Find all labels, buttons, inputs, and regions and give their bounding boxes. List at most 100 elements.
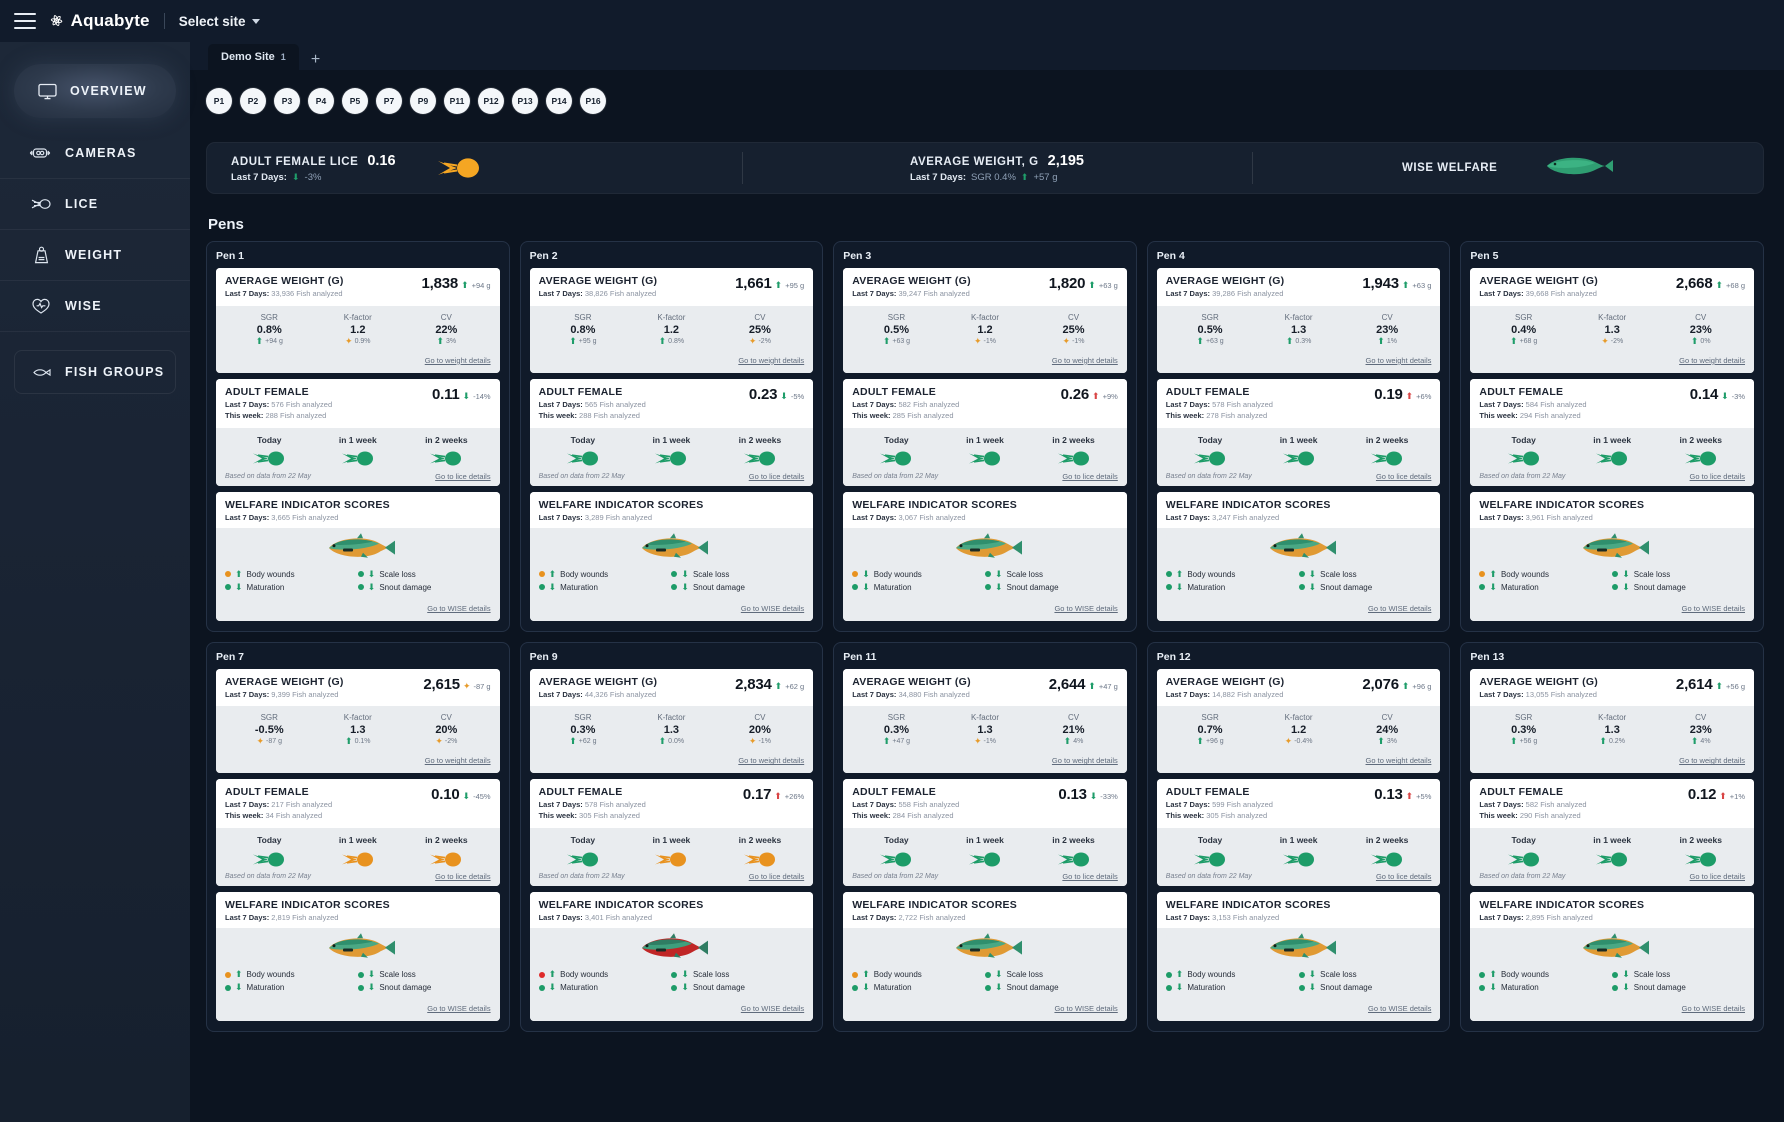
go-to-wise-details-link[interactable]: Go to WISE details [1054, 604, 1117, 613]
weight-value: 1,943 [1362, 275, 1399, 292]
sidebar-item-overview-label: OVERVIEW [70, 84, 147, 98]
go-to-lice-details-link[interactable]: Go to lice details [435, 472, 490, 481]
pen-chip-p2[interactable]: P2 [240, 88, 266, 114]
go-to-wise-details-link[interactable]: Go to WISE details [1682, 1004, 1745, 1013]
metric-sgr-label: SGR [539, 313, 628, 322]
go-to-lice-details-link[interactable]: Go to lice details [1376, 472, 1431, 481]
arrow-down-icon: ⬇ [995, 583, 1003, 592]
go-to-lice-details-link[interactable]: Go to lice details [749, 872, 804, 881]
go-to-weight-details-link[interactable]: Go to weight details [1679, 356, 1745, 365]
pen-chip-p5[interactable]: P5 [342, 88, 368, 114]
lice-panel-title: ADULT FEMALE [852, 386, 959, 398]
sidebar-item-cameras[interactable]: CAMERAS [0, 128, 190, 179]
status-dot [1479, 985, 1485, 991]
arrow-down-icon: ⬇ [862, 570, 870, 579]
pen-chip-p11[interactable]: P11 [444, 88, 470, 114]
go-to-weight-details-link[interactable]: Go to weight details [1052, 756, 1118, 765]
go-to-weight-details-link[interactable]: Go to weight details [425, 356, 491, 365]
metric-k-factor-delta: ⬆0.8% [627, 337, 716, 346]
pen-chip-p4[interactable]: P4 [308, 88, 334, 114]
tab-demo-site[interactable]: Demo Site 1 [208, 44, 299, 70]
weight-panel-title: AVERAGE WEIGHT (G) [225, 676, 344, 688]
go-to-weight-details-link[interactable]: Go to weight details [738, 356, 804, 365]
sidebar: OVERVIEW CAMERAS [0, 42, 190, 1122]
go-to-lice-details-link[interactable]: Go to lice details [1062, 472, 1117, 481]
pen-chip-p3[interactable]: P3 [274, 88, 300, 114]
go-to-lice-details-link[interactable]: Go to lice details [749, 472, 804, 481]
weight-panel: AVERAGE WEIGHT (G) Last 7 Days: 44,326 F… [530, 669, 814, 774]
go-to-wise-details-link[interactable]: Go to WISE details [1054, 1004, 1117, 1013]
weight-panel-title: AVERAGE WEIGHT (G) [1479, 676, 1598, 688]
status-dot [358, 571, 364, 577]
pen-chip-p13[interactable]: P13 [512, 88, 538, 114]
weight-value-group: 2,615 ✦ -87 g [423, 676, 490, 693]
lice-forecast-icon [1054, 450, 1094, 467]
go-to-lice-details-link[interactable]: Go to lice details [435, 872, 490, 881]
metric-k-factor: K-factor 1.3 ⬆0.1% [314, 713, 403, 746]
sidebar-item-lice[interactable]: LICE [0, 179, 190, 230]
status-dot [358, 972, 364, 978]
metric-sgr-value: 0.4% [1479, 324, 1568, 336]
pen-chip-p7[interactable]: P7 [376, 88, 402, 114]
go-to-lice-details-link[interactable]: Go to lice details [1690, 472, 1745, 481]
go-to-wise-details-link[interactable]: Go to WISE details [1368, 604, 1431, 613]
go-to-wise-details-link[interactable]: Go to WISE details [427, 604, 490, 613]
wise-panel-sub: Last 7 Days: 2,722 Fish analyzed [852, 913, 1017, 924]
pen-chip-p14[interactable]: P14 [546, 88, 572, 114]
lice-panel-title: ADULT FEMALE [539, 386, 646, 398]
pen-chip-p12[interactable]: P12 [478, 88, 504, 114]
metric-k-factor: K-factor 1.3 ✦-1% [941, 713, 1030, 746]
weight-value-group: 1,661 ⬆ +95 g [735, 275, 804, 292]
sidebar-item-weight[interactable]: WEIGHT [0, 230, 190, 281]
go-to-wise-details-link[interactable]: Go to WISE details [1368, 1004, 1431, 1013]
wise-indicator-label: Scale loss [379, 570, 415, 579]
arrow-up-icon: ⬆ [1176, 970, 1184, 979]
go-to-wise-details-link[interactable]: Go to WISE details [741, 604, 804, 613]
site-select-dropdown[interactable]: Select site [179, 14, 260, 29]
metric-cv-label: CV [1343, 313, 1432, 322]
sidebar-item-overview[interactable]: OVERVIEW [14, 64, 176, 118]
wise-indicator: ⬇ Scale loss [671, 968, 804, 981]
status-dot [1299, 972, 1305, 978]
pen-chip-p9[interactable]: P9 [410, 88, 436, 114]
metric-cv-delta: ⬆4% [1656, 737, 1745, 746]
metric-sgr-value: 0.5% [852, 324, 941, 336]
go-to-lice-details-link[interactable]: Go to lice details [1062, 872, 1117, 881]
go-to-weight-details-link[interactable]: Go to weight details [1366, 756, 1432, 765]
pen-chip-p16[interactable]: P16 [580, 88, 606, 114]
welfare-fish-icon [1575, 532, 1649, 562]
wise-indicator: ⬇ Snout damage [671, 581, 804, 594]
go-to-lice-details-link[interactable]: Go to lice details [1376, 872, 1431, 881]
sidebar-item-wise[interactable]: WISE [0, 281, 190, 332]
sidebar-item-fish-groups[interactable]: FISH GROUPS [14, 350, 176, 394]
metric-sgr-label: SGR [225, 713, 314, 722]
metric-sgr-value: 0.7% [1166, 724, 1255, 736]
go-to-weight-details-link[interactable]: Go to weight details [425, 756, 491, 765]
metric-k-factor-label: K-factor [627, 713, 716, 722]
welfare-fish-illustration [1479, 528, 1745, 566]
go-to-weight-details-link[interactable]: Go to weight details [1366, 356, 1432, 365]
lice-panel: ADULT FEMALE Last 7 Days: 584 Fish analy… [1470, 379, 1754, 486]
lice-delta: +1% [1730, 792, 1745, 801]
go-to-weight-details-link[interactable]: Go to weight details [1052, 356, 1118, 365]
add-tab-button[interactable]: + [301, 52, 330, 70]
status-dot [1299, 985, 1305, 991]
metric-cv-label: CV [1656, 313, 1745, 322]
go-to-wise-details-link[interactable]: Go to WISE details [741, 1004, 804, 1013]
wise-indicator: ⬇ Snout damage [985, 581, 1118, 594]
forecast-1-week: in 1 week [1254, 435, 1343, 468]
metric-cv-delta: ⬆1% [1343, 337, 1432, 346]
pen-chip-p1[interactable]: P1 [206, 88, 232, 114]
arrow-flat-icon: ✦ [463, 682, 471, 691]
metric-sgr: SGR 0.4% ⬆+68 g [1479, 313, 1568, 346]
lice-value-group: 0.10 ⬇ -45% [431, 786, 490, 803]
wise-panel: WELFARE INDICATOR SCORES Last 7 Days: 3,… [1470, 492, 1754, 621]
go-to-weight-details-link[interactable]: Go to weight details [738, 756, 804, 765]
wise-indicator: ⬇ Body wounds [852, 568, 985, 581]
go-to-weight-details-link[interactable]: Go to weight details [1679, 756, 1745, 765]
go-to-wise-details-link[interactable]: Go to WISE details [427, 1004, 490, 1013]
lice-based-on-note: Based on data from 22 May [1166, 473, 1252, 480]
go-to-lice-details-link[interactable]: Go to lice details [1690, 872, 1745, 881]
go-to-wise-details-link[interactable]: Go to WISE details [1682, 604, 1745, 613]
hamburger-icon[interactable] [14, 13, 36, 29]
